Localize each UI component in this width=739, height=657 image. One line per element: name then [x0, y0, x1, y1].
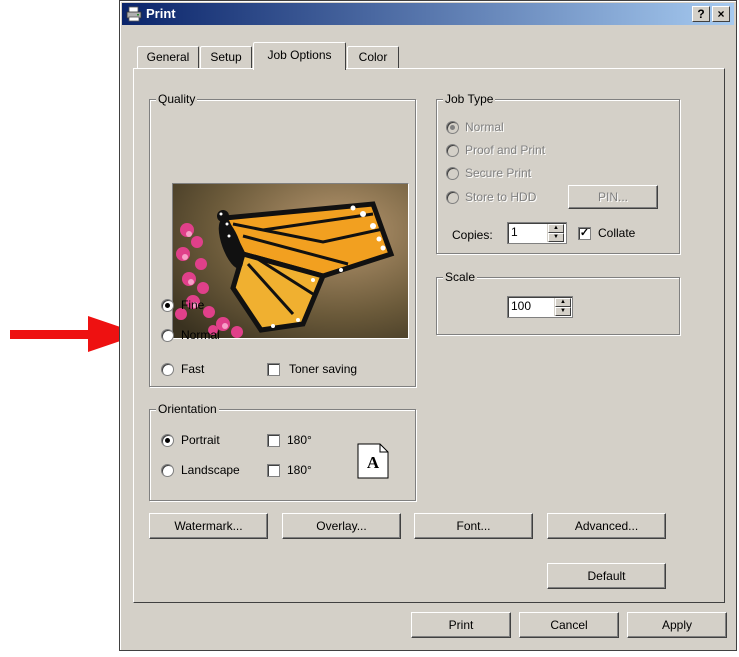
- scale-down-icon[interactable]: ▼: [555, 307, 571, 316]
- copies-down-icon[interactable]: ▼: [548, 233, 564, 242]
- collate-checkbox[interactable]: ✓: [578, 227, 591, 240]
- quality-normal-label[interactable]: Normal: [181, 328, 220, 342]
- portrait-180-checkbox[interactable]: [267, 434, 280, 447]
- scale-up-icon[interactable]: ▲: [555, 298, 571, 307]
- quality-fast-radio[interactable]: [161, 363, 174, 376]
- landscape-radio[interactable]: [161, 464, 174, 477]
- advanced-button[interactable]: Advanced...: [547, 513, 666, 539]
- landscape-180-label[interactable]: 180°: [287, 463, 312, 477]
- job-store-hdd-radio[interactable]: [446, 191, 459, 204]
- collate-label[interactable]: Collate: [598, 226, 635, 240]
- window-title: Print: [146, 6, 176, 21]
- tab-panel-job-options: Quality Fine Normal Fast Toner saving Or…: [133, 68, 725, 603]
- orientation-legend: Orientation: [156, 402, 219, 416]
- job-secure-label[interactable]: Secure Print: [465, 166, 531, 180]
- job-store-hdd-label[interactable]: Store to HDD: [465, 190, 536, 204]
- tab-job-options[interactable]: Job Options: [253, 42, 346, 70]
- tab-color[interactable]: Color: [347, 46, 399, 68]
- quality-fast-label[interactable]: Fast: [181, 362, 204, 376]
- page-orientation-icon: A: [357, 443, 389, 479]
- job-normal-dot: [450, 125, 455, 130]
- copies-label: Copies:: [452, 228, 493, 242]
- portrait-radio[interactable]: [161, 434, 174, 447]
- quality-fine-dot: [165, 303, 170, 308]
- help-button[interactable]: ?: [692, 6, 710, 22]
- watermark-button[interactable]: Watermark...: [149, 513, 268, 539]
- job-proof-label[interactable]: Proof and Print: [465, 143, 545, 157]
- quality-fine-label[interactable]: Fine: [181, 298, 204, 312]
- job-normal-radio[interactable]: [446, 121, 459, 134]
- scale-spinner[interactable]: ▲ ▼: [554, 298, 571, 316]
- tab-general[interactable]: General: [137, 46, 199, 68]
- landscape-label[interactable]: Landscape: [181, 463, 240, 477]
- landscape-180-checkbox[interactable]: [267, 464, 280, 477]
- job-type-legend: Job Type: [443, 92, 496, 106]
- quality-fine-radio[interactable]: [161, 299, 174, 312]
- job-secure-radio[interactable]: [446, 167, 459, 180]
- apply-button[interactable]: Apply: [627, 612, 727, 638]
- copies-spinner[interactable]: ▲ ▼: [547, 224, 564, 242]
- scale-legend: Scale: [443, 270, 478, 284]
- portrait-dot: [165, 438, 170, 443]
- tab-setup[interactable]: Setup: [200, 46, 252, 68]
- font-button[interactable]: Font...: [414, 513, 533, 539]
- quality-legend: Quality: [156, 92, 198, 106]
- page-glyph: A: [366, 453, 380, 472]
- toner-saving-checkbox[interactable]: [267, 363, 280, 376]
- print-dialog: Print ? × General Setup Job Options Colo…: [119, 0, 737, 651]
- portrait-label[interactable]: Portrait: [181, 433, 220, 447]
- printer-icon: [126, 6, 142, 22]
- default-button[interactable]: Default: [547, 563, 666, 589]
- toner-saving-label[interactable]: Toner saving: [289, 362, 357, 376]
- cancel-button[interactable]: Cancel: [519, 612, 619, 638]
- print-button[interactable]: Print: [411, 612, 511, 638]
- overlay-button[interactable]: Overlay...: [282, 513, 401, 539]
- butterfly-preview-image: [172, 183, 409, 339]
- job-proof-radio[interactable]: [446, 144, 459, 157]
- close-button[interactable]: ×: [712, 6, 730, 22]
- copies-up-icon[interactable]: ▲: [548, 224, 564, 233]
- pin-button[interactable]: PIN...: [568, 185, 658, 209]
- job-normal-label[interactable]: Normal: [465, 120, 504, 134]
- portrait-180-label[interactable]: 180°: [287, 433, 312, 447]
- title-bar[interactable]: Print ? ×: [122, 3, 734, 25]
- quality-normal-radio[interactable]: [161, 329, 174, 342]
